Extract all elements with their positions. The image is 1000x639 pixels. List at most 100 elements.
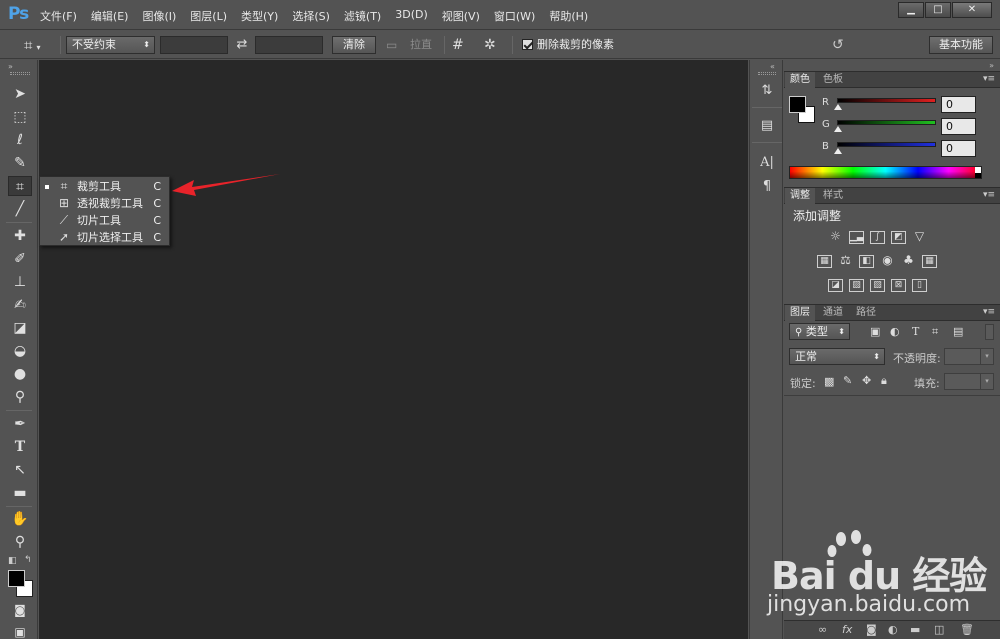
- minimize-button[interactable]: ▁: [898, 2, 924, 18]
- lock-all-icon[interactable]: 🔒︎: [881, 374, 887, 388]
- constraint-select[interactable]: 不受约束 ⬍: [66, 36, 155, 54]
- gear-icon[interactable]: ✲: [484, 36, 504, 54]
- brightness-contrast-icon[interactable]: ☼: [828, 230, 843, 244]
- zoom-tool-icon[interactable]: ⚲: [8, 532, 32, 552]
- color-balance-icon[interactable]: ⚖: [838, 254, 853, 268]
- grip-handle[interactable]: [758, 72, 776, 75]
- panel-menu-icon[interactable]: ▾≡: [983, 190, 995, 200]
- filter-toggle[interactable]: [985, 324, 994, 340]
- menu-view[interactable]: 视图(V): [442, 8, 480, 24]
- menu-filter[interactable]: 滤镜(T): [344, 8, 381, 24]
- tab-styles[interactable]: 样式: [818, 188, 848, 204]
- filter-smart-object-icon[interactable]: ▤: [953, 325, 963, 338]
- exposure-icon[interactable]: ◩: [891, 231, 906, 244]
- green-slider-knob[interactable]: [834, 126, 842, 132]
- chevron-down-icon[interactable]: ▾: [980, 374, 993, 389]
- menu-image[interactable]: 图像(I): [142, 8, 176, 24]
- red-slider[interactable]: [837, 98, 936, 103]
- menu-layer[interactable]: 图层(L): [190, 8, 227, 24]
- blend-mode-select[interactable]: 正常 ⬍: [789, 348, 885, 365]
- foreground-color-swatch[interactable]: [789, 96, 806, 113]
- maximize-button[interactable]: □: [925, 2, 951, 18]
- dodge-tool-icon[interactable]: ⚲: [8, 387, 32, 407]
- color-lookup-icon[interactable]: ▦: [922, 255, 937, 268]
- chevron-down-icon[interactable]: ▾: [980, 349, 993, 364]
- foreground-color-swatch[interactable]: [8, 570, 25, 587]
- delete-cropped-pixels-option[interactable]: 删除裁剪的像素: [522, 36, 632, 54]
- tab-channels[interactable]: 通道: [818, 305, 848, 321]
- layer-filter-select[interactable]: ⚲ 类型 ⬍: [789, 323, 850, 340]
- document-canvas-area[interactable]: [39, 60, 748, 639]
- type-tool-icon[interactable]: T: [8, 437, 32, 457]
- tab-paths[interactable]: 路径: [851, 305, 881, 321]
- blue-slider-knob[interactable]: [834, 148, 842, 154]
- eraser-tool-icon[interactable]: ◪: [8, 318, 32, 338]
- levels-icon[interactable]: ▁▃: [849, 231, 864, 244]
- photo-filter-icon[interactable]: ◉: [880, 254, 895, 268]
- panel-menu-icon[interactable]: ▾≡: [983, 307, 995, 317]
- marquee-tool-icon[interactable]: ⬚: [8, 107, 32, 127]
- posterize-icon[interactable]: ▨: [849, 279, 864, 292]
- lock-image-icon[interactable]: ✎: [843, 374, 852, 387]
- grip-handle[interactable]: [10, 72, 30, 75]
- screen-mode-icon[interactable]: ▣: [8, 622, 32, 639]
- healing-brush-tool-icon[interactable]: ✚: [8, 226, 32, 246]
- hue-saturation-icon[interactable]: ▦: [817, 255, 832, 268]
- crop-tool-icon[interactable]: ⌗: [8, 176, 32, 196]
- width-input[interactable]: [160, 36, 228, 54]
- curves-icon[interactable]: ∫: [870, 231, 885, 244]
- blue-value-input[interactable]: 0: [941, 140, 976, 157]
- quick-select-tool-icon[interactable]: ✎: [8, 153, 32, 173]
- eyedropper-tool-icon[interactable]: ╱: [8, 199, 32, 219]
- filter-shape-icon[interactable]: ⌗: [932, 325, 938, 339]
- expand-icon[interactable]: »: [8, 62, 13, 71]
- filter-pixel-icon[interactable]: ▣: [870, 325, 880, 338]
- properties-panel-icon[interactable]: ▤: [757, 116, 777, 136]
- straighten-label[interactable]: 拉直: [410, 36, 440, 54]
- reset-icon[interactable]: ↺: [832, 36, 850, 54]
- vibrance-icon[interactable]: ▽: [912, 230, 927, 244]
- lasso-tool-icon[interactable]: ℓ: [8, 130, 32, 150]
- blur-tool-icon[interactable]: ●: [8, 364, 32, 384]
- tab-layers[interactable]: 图层: [785, 305, 815, 321]
- swap-icon[interactable]: ⇄: [234, 36, 250, 54]
- pen-tool-icon[interactable]: ✒: [8, 414, 32, 434]
- delete-cropped-checkbox[interactable]: [522, 39, 533, 50]
- green-value-input[interactable]: 0: [941, 118, 976, 135]
- blue-slider[interactable]: [837, 142, 936, 147]
- filter-adjustment-icon[interactable]: ◐: [890, 325, 900, 338]
- red-value-input[interactable]: 0: [941, 96, 976, 113]
- lock-transparent-icon[interactable]: ▩: [824, 375, 834, 388]
- default-colors-icon[interactable]: ◧: [8, 556, 17, 566]
- straighten-icon[interactable]: ▭: [386, 36, 406, 54]
- green-slider[interactable]: [837, 120, 936, 125]
- tab-adjustments[interactable]: 调整: [785, 188, 815, 204]
- brush-tool-icon[interactable]: ✐: [8, 249, 32, 269]
- path-select-tool-icon[interactable]: ↖: [8, 460, 32, 480]
- invert-icon[interactable]: ◪: [828, 279, 843, 292]
- close-button[interactable]: ✕: [952, 2, 992, 18]
- red-slider-knob[interactable]: [834, 104, 842, 110]
- grid-overlay-icon[interactable]: #: [452, 36, 470, 54]
- filter-type-icon[interactable]: T: [912, 325, 919, 338]
- black-swatch[interactable]: [975, 173, 981, 178]
- clone-stamp-tool-icon[interactable]: ⊥: [8, 272, 32, 292]
- selective-color-icon[interactable]: ⊠: [891, 279, 906, 292]
- crop-tool-preset-icon[interactable]: ⌗ ▾: [24, 36, 58, 54]
- workspace-button[interactable]: 基本功能: [929, 36, 993, 54]
- flyout-item-slice-select[interactable]: ➚ 切片选择工具 C: [40, 229, 169, 246]
- channel-mixer-icon[interactable]: ♣: [901, 254, 916, 268]
- hand-tool-icon[interactable]: ✋: [8, 509, 32, 529]
- history-brush-tool-icon[interactable]: ✍: [8, 295, 32, 315]
- flyout-item-slice[interactable]: ⟋ 切片工具 C: [40, 212, 169, 229]
- menu-file[interactable]: 文件(F): [40, 8, 77, 24]
- menu-type[interactable]: 类型(Y): [241, 8, 278, 24]
- menu-window[interactable]: 窗口(W): [494, 8, 535, 24]
- color-spectrum-bar[interactable]: [789, 166, 982, 179]
- paragraph-panel-icon[interactable]: ¶: [757, 177, 777, 197]
- opacity-input[interactable]: ▾: [944, 348, 994, 365]
- collapse-icon[interactable]: »: [989, 61, 994, 70]
- menu-select[interactable]: 选择(S): [292, 8, 330, 24]
- gradient-map-icon[interactable]: ▯: [912, 279, 927, 292]
- swap-colors-icon[interactable]: ↰: [24, 555, 32, 565]
